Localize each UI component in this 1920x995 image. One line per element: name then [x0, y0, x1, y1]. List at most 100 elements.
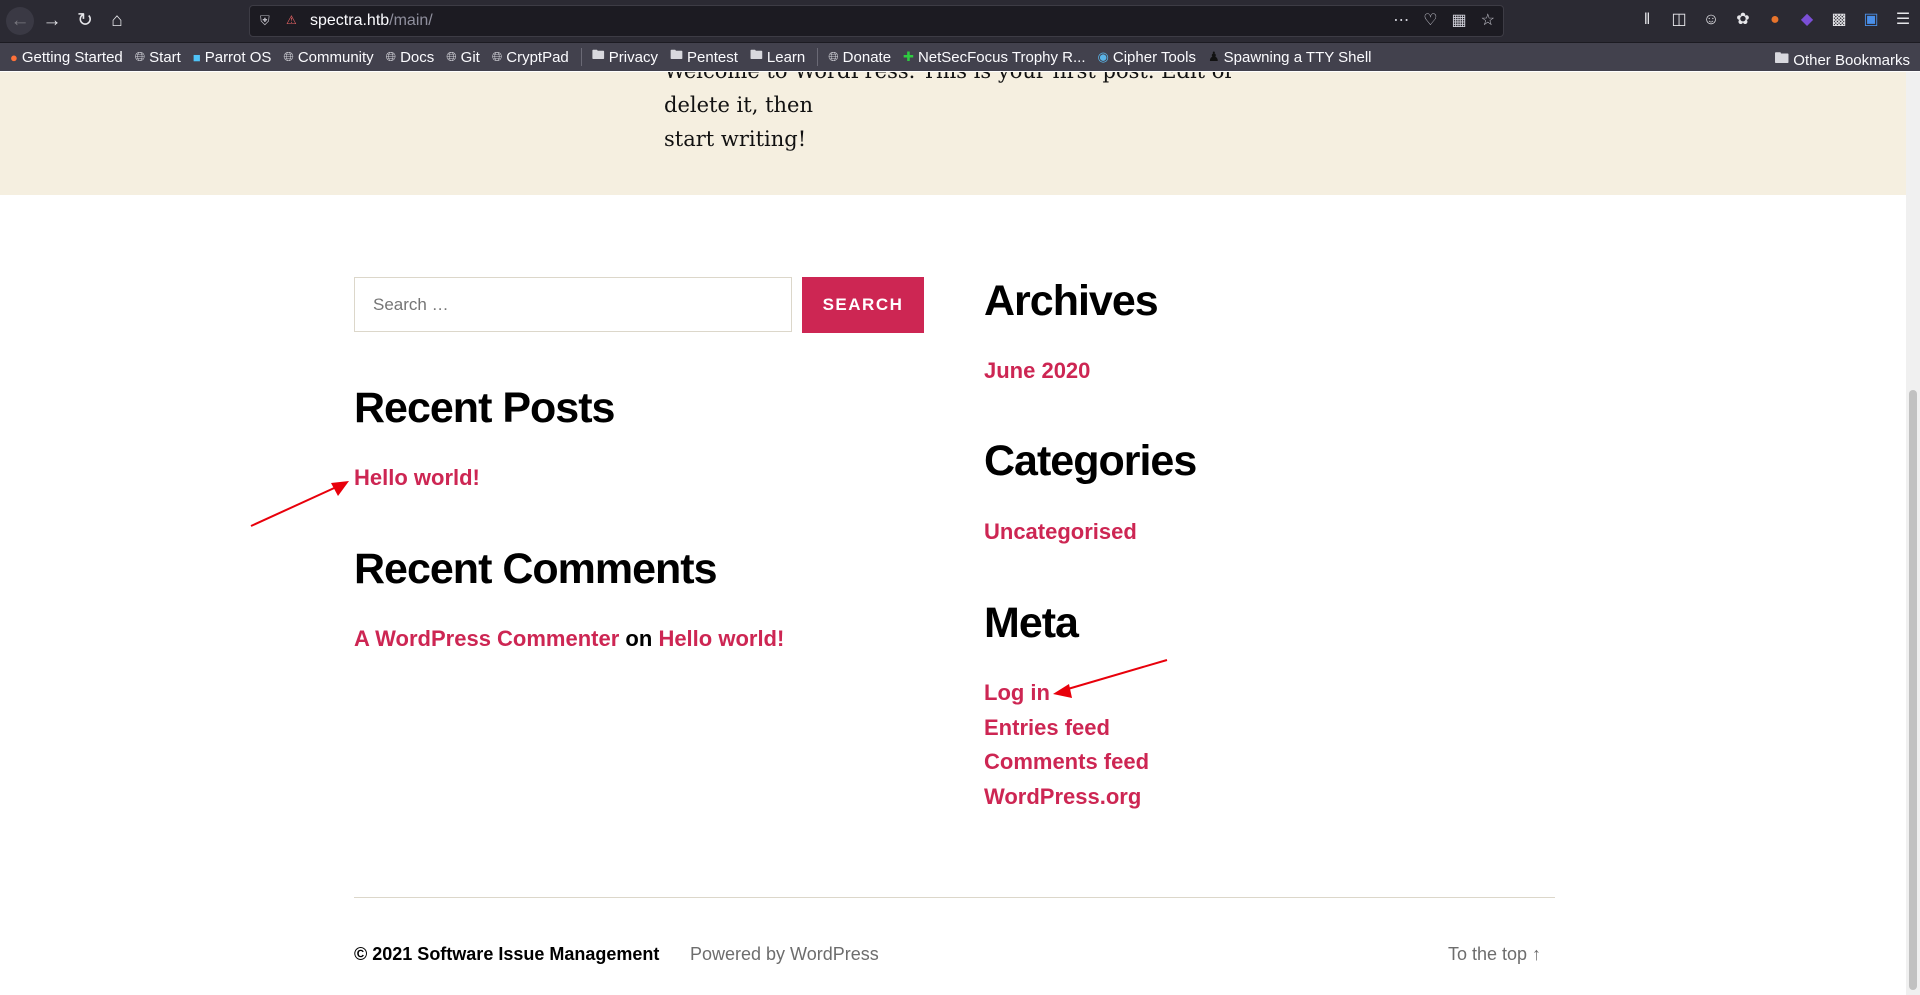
foxyproxy-icon[interactable]: ●: [1766, 9, 1784, 31]
bookmark-label: Community: [297, 48, 374, 66]
bookmark-label: NetSecFocus Trophy R...: [917, 48, 1086, 66]
globe-icon: 🌐︎: [491, 49, 503, 64]
bookmark-label: Git: [460, 48, 480, 66]
bookmark-docs[interactable]: 🌐︎ Docs: [386, 49, 435, 66]
meta-entries-feed-link[interactable]: Entries feed: [984, 715, 1110, 741]
bookmark-community[interactable]: 🌐︎ Community: [283, 49, 373, 66]
post-excerpt: Welcome to WordPress. This is your first…: [664, 72, 1254, 156]
comment-post-link[interactable]: Hello world!: [658, 626, 784, 651]
bookmark-label: Pentest: [687, 48, 738, 66]
parrot-icon: ■: [192, 49, 201, 65]
url-text[interactable]: spectra.htb/main/: [310, 12, 433, 30]
bookmark-label: Getting Started: [21, 48, 123, 66]
account-icon[interactable]: ☺: [1702, 9, 1720, 31]
recent-comment-item: A WordPress Commenter on Hello world!: [354, 626, 784, 652]
forward-arrow-icon[interactable]: →: [38, 7, 66, 35]
bookmark-cipher-tools[interactable]: ◉ Cipher Tools: [1098, 49, 1196, 66]
folder-icon: 🖿︎: [591, 47, 605, 62]
bookmark-folder-learn[interactable]: 🖿︎ Learn: [750, 46, 805, 68]
post-excerpt-line: start writing!: [664, 127, 807, 151]
bookmark-donate[interactable]: 🌐︎ Donate: [828, 49, 891, 66]
extension-icon[interactable]: ✿: [1734, 9, 1752, 31]
bookmark-star-icon[interactable]: ☆: [1481, 10, 1495, 32]
bookmark-getting-started[interactable]: ● Getting Started: [10, 49, 123, 66]
user-icon: ♟: [1207, 49, 1220, 64]
bookmark-label: Docs: [400, 48, 435, 66]
url-bar[interactable]: ⛨ ⚠ spectra.htb/main/ ⋯ ♡ ▦ ☆: [249, 5, 1504, 37]
page-content: Welcome to WordPress. This is your first…: [0, 72, 1906, 995]
recent-post-link[interactable]: Hello world!: [354, 465, 480, 491]
footer-powered-by[interactable]: Powered by WordPress: [690, 944, 879, 965]
footer-copyright[interactable]: © 2021 Software Issue Management: [354, 944, 659, 965]
bookmarks-bar: ● Getting Started 🌐︎ Start ■ Parrot OS 🌐︎ Co…: [0, 43, 1920, 71]
folder-icon: 🖿︎: [1774, 50, 1790, 67]
bookmark-start[interactable]: 🌐︎ Start: [135, 49, 181, 66]
translate-extension-icon[interactable]: ▣: [1862, 9, 1880, 31]
page-actions-icon[interactable]: ⋯: [1393, 10, 1409, 32]
archives-title: Archives: [984, 277, 1159, 325]
comment-author-link[interactable]: A WordPress Commenter: [354, 626, 619, 651]
recent-comments-title: Recent Comments: [354, 545, 718, 593]
bookmark-separator: [580, 48, 582, 66]
cipher-icon: ◉: [1097, 49, 1109, 64]
bookmark-label: Cipher Tools: [1112, 48, 1196, 66]
folder-icon: 🖿︎: [749, 47, 763, 62]
qr-code-icon[interactable]: ▩: [1830, 9, 1848, 31]
globe-icon: 🌐︎: [134, 49, 146, 64]
shield-icon[interactable]: ⛨: [260, 12, 274, 29]
archive-link[interactable]: June 2020: [984, 358, 1090, 384]
category-link[interactable]: Uncategorised: [984, 519, 1137, 545]
meta-wordpress-org-link[interactable]: WordPress.org: [984, 784, 1141, 810]
meta-login-link[interactable]: Log in: [984, 680, 1050, 706]
globe-icon: 🌐︎: [828, 49, 839, 64]
bookmark-netsecfocus[interactable]: ✚ NetSecFocus Trophy R...: [903, 49, 1085, 66]
globe-icon: 🌐︎: [283, 49, 294, 64]
insecure-lock-icon[interactable]: ⚠: [286, 13, 300, 28]
bookmark-spawning-tty[interactable]: ♟ Spawning a TTY Shell: [1208, 49, 1372, 66]
bookmark-label: Donate: [842, 48, 892, 66]
back-arrow-icon[interactable]: ←: [6, 7, 34, 35]
bookmark-cryptpad[interactable]: 🌐︎ CryptPad: [492, 49, 569, 66]
folder-icon: 🖿︎: [669, 47, 683, 62]
translate-icon[interactable]: ▦: [1452, 10, 1467, 32]
extension-purple-icon[interactable]: ◆: [1798, 9, 1816, 31]
menu-icon[interactable]: ☰: [1894, 9, 1912, 31]
categories-title: Categories: [984, 437, 1197, 485]
meta-comments-feed-link[interactable]: Comments feed: [984, 749, 1149, 775]
browser-toolbar: ← → ↻ ⌂ ⛨ ⚠ spectra.htb/main/ ⋯ ♡ ▦ ☆ ‖ …: [0, 0, 1920, 43]
to-the-top-link[interactable]: To the top ↑: [1448, 944, 1541, 965]
bookmark-parrot-os[interactable]: ■ Parrot OS: [193, 49, 272, 66]
page-scrollbar[interactable]: [1906, 72, 1920, 995]
green-plus-icon: ✚: [903, 49, 914, 64]
library-icon[interactable]: ‖: [1638, 9, 1656, 31]
annotation-arrow-login: [1053, 659, 1168, 698]
other-bookmarks-label: Other Bookmarks: [1793, 52, 1910, 69]
bookmark-git[interactable]: 🌐︎ Git: [446, 49, 480, 66]
bookmark-folder-pentest[interactable]: 🖿︎ Pentest: [670, 46, 738, 68]
bookmark-folder-privacy[interactable]: 🖿︎ Privacy: [592, 46, 658, 68]
search-button[interactable]: SEARCH: [802, 277, 924, 333]
comment-on-text: on: [625, 626, 653, 651]
globe-icon: 🌐︎: [385, 49, 397, 64]
post-excerpt-line: Welcome to WordPress. This is your first…: [664, 72, 1234, 117]
home-icon[interactable]: ⌂: [103, 7, 131, 35]
recent-posts-title: Recent Posts: [354, 384, 615, 432]
footer-divider: [354, 897, 1555, 898]
bookmark-label: Privacy: [608, 48, 658, 66]
bookmark-label: Start: [149, 48, 181, 66]
bookmark-label: Spawning a TTY Shell: [1223, 48, 1372, 66]
firefox-icon: ●: [10, 49, 18, 65]
sidebar-icon[interactable]: ◫: [1670, 9, 1688, 31]
bookmark-separator: [817, 48, 819, 66]
annotation-arrow-posts: [250, 481, 349, 527]
scrollbar-thumb[interactable]: [1909, 390, 1917, 990]
meta-title: Meta: [984, 599, 1079, 647]
globe-icon: 🌐︎: [446, 49, 457, 64]
bookmark-label: Parrot OS: [204, 48, 272, 66]
bookmark-label: Learn: [766, 48, 806, 66]
post-entry-band: Welcome to WordPress. This is your first…: [0, 72, 1906, 195]
reload-icon[interactable]: ↻: [71, 7, 99, 35]
other-bookmarks[interactable]: 🖿︎ Other Bookmarks: [1774, 48, 1910, 73]
pocket-icon[interactable]: ♡: [1423, 10, 1437, 32]
search-input[interactable]: [354, 277, 792, 332]
